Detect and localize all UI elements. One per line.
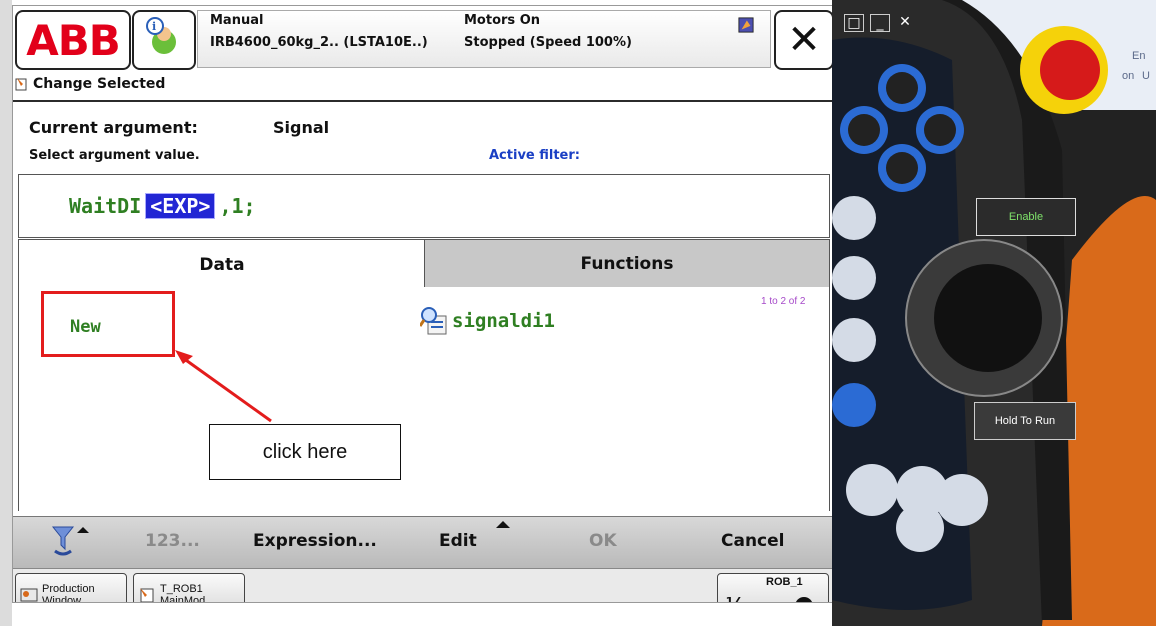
axis-group-icon: ⅓: [726, 594, 745, 603]
instruction-preview: WaitDI <EXP> ,1;: [18, 174, 830, 238]
close-icon: ✕: [787, 17, 821, 63]
mechanical-unit-label: ROB_1: [766, 576, 803, 588]
list-count: 1 to 2 of 2: [761, 296, 806, 307]
highlight-box: [41, 291, 175, 357]
motors-state: Motors On: [464, 13, 540, 28]
current-argument-value: Signal: [273, 118, 330, 137]
production-window-icon: [20, 588, 38, 602]
taskbar-production-line2: Window: [42, 595, 82, 603]
pendant-device: □ _ ✕ Enable Hold To Run on En U: [832, 0, 1156, 626]
active-filter-label[interactable]: Active filter:: [489, 148, 580, 163]
mechanical-unit-button[interactable]: ROB_1 ⅓: [717, 573, 829, 603]
abb-menu-button[interactable]: ABB: [15, 10, 131, 70]
pendant-body: [832, 0, 1156, 626]
enable-button[interactable]: Enable: [976, 198, 1076, 236]
operator-info-icon: i: [146, 17, 176, 54]
taskbar-production-line1: Production: [42, 583, 95, 595]
window-title-label: Change Selected: [33, 76, 166, 92]
window-restore-icon[interactable]: □: [844, 14, 864, 32]
window-title: Change Selected: [15, 76, 165, 92]
tab-data[interactable]: Data: [18, 239, 425, 290]
ok-button[interactable]: OK: [589, 531, 617, 551]
ribbon-text-left: on: [1122, 70, 1135, 82]
background-app-strip: [0, 0, 12, 626]
top-bar: ABB i Manual IRB4600_60kg_2.. (LSTA10E..…: [13, 6, 833, 98]
instruction-rest: ,1;: [219, 194, 256, 218]
svg-text:i: i: [152, 20, 156, 33]
quickset-icon: [738, 17, 754, 33]
header-divider: [13, 100, 833, 102]
edit-menu-caret: [496, 521, 510, 528]
window-minimize-icon[interactable]: _: [870, 14, 890, 32]
list-item-signaldi1-label: signaldi1: [452, 310, 555, 332]
operating-mode: Manual: [210, 13, 264, 28]
taskbar-program-line1: T_ROB1: [160, 583, 203, 595]
increment-icon: [795, 597, 813, 602]
annotation-callout: click here: [209, 424, 401, 480]
svg-text:⅓: ⅓: [726, 594, 745, 603]
selected-argument[interactable]: <EXP>: [145, 193, 216, 219]
event-log-button[interactable]: i: [132, 10, 196, 70]
ribbon-text-right1: En: [1132, 50, 1146, 62]
taskbar-program-line2: MainMod...: [160, 595, 215, 603]
expression-button[interactable]: Expression...: [253, 531, 377, 551]
list-item-signaldi1[interactable]: signaldi1: [420, 306, 555, 336]
command-bar: 123... Expression... Edit OK Cancel: [13, 516, 833, 569]
tab-functions[interactable]: Functions: [424, 239, 830, 289]
tab-data-label: Data: [199, 255, 245, 275]
taskbar-production-window[interactable]: Production Window: [15, 573, 127, 603]
instruction-name: WaitDI: [69, 194, 142, 218]
robot-system-name: IRB4600_60kg_2.. (LSTA10E..): [210, 35, 428, 50]
taskbar: Production Window T_ROB1 MainMod... ROB_…: [13, 568, 833, 603]
cancel-button[interactable]: Cancel: [721, 531, 784, 551]
status-bar[interactable]: Manual IRB4600_60kg_2.. (LSTA10E..) Moto…: [197, 10, 771, 68]
tab-functions-label: Functions: [580, 254, 674, 274]
window-close-icon[interactable]: ✕: [896, 14, 914, 30]
taskbar-program-editor[interactable]: T_ROB1 MainMod...: [133, 573, 245, 603]
abb-logo: ABB: [26, 15, 121, 65]
select-argument-hint: Select argument value.: [29, 148, 200, 163]
program-editor-task-icon: [140, 588, 154, 602]
ribbon-text-right2: U: [1142, 70, 1150, 82]
edit-button[interactable]: Edit: [439, 531, 477, 551]
current-argument-label: Current argument:: [29, 118, 198, 137]
program-state: Stopped (Speed 100%): [464, 35, 632, 50]
numeric-button[interactable]: 123...: [145, 531, 200, 551]
filter-icon[interactable]: [49, 523, 89, 559]
instruction-code: WaitDI <EXP> ,1;: [69, 193, 256, 219]
hold-to-run-button[interactable]: Hold To Run: [974, 402, 1076, 440]
program-editor-icon: [15, 78, 27, 91]
flexpendant-screen: ABB i Manual IRB4600_60kg_2.. (LSTA10E..…: [12, 5, 834, 603]
close-button[interactable]: ✕: [774, 10, 833, 70]
signal-data-icon: [420, 307, 447, 335]
